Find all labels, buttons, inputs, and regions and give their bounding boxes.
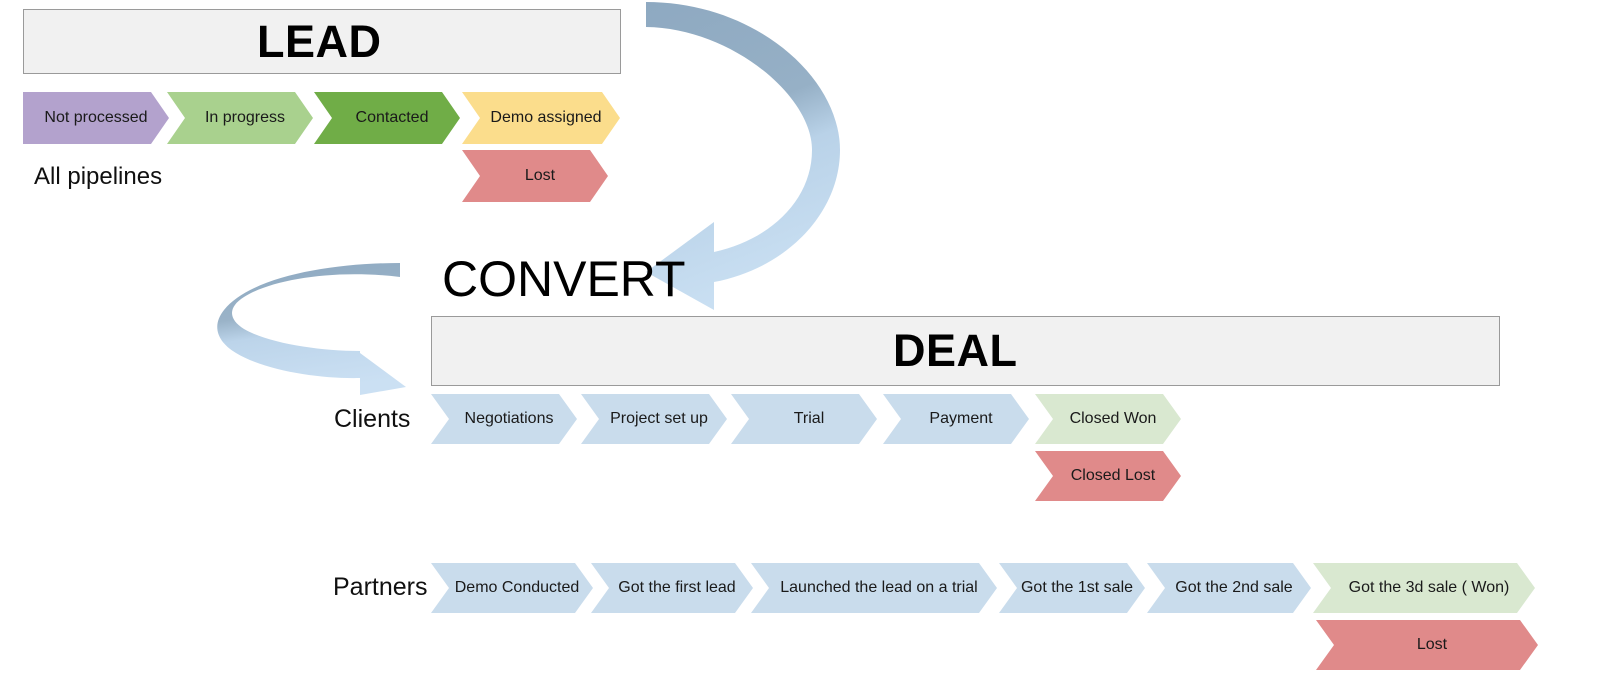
convert-title: CONVERT	[442, 251, 686, 307]
partner-stage-label: Got the 1st sale	[1020, 579, 1134, 596]
partner-stage-label: Got the 2nd sale	[1175, 579, 1293, 596]
client-stage-label: Trial	[793, 410, 825, 427]
client-stage-label: Payment	[929, 410, 993, 427]
client-stage-label: Closed Lost	[1070, 467, 1156, 484]
partner-stage-lost[interactable]: Lost	[1316, 620, 1538, 670]
partner-stage-got-first-lead[interactable]: Got the first lead	[591, 563, 753, 613]
row-label-partners: Partners	[333, 573, 428, 601]
lead-stage-contacted[interactable]: Contacted	[314, 92, 460, 144]
lead-stage-label: Contacted	[355, 109, 429, 126]
partner-stage-got-3d-sale-won[interactable]: Got the 3d sale ( Won)	[1313, 563, 1535, 613]
client-stage-label: Project set up	[610, 410, 708, 427]
lead-stage-label: Not processed	[44, 109, 148, 126]
client-stage-project-set-up[interactable]: Project set up	[581, 394, 727, 444]
partner-stage-label: Got the first lead	[618, 579, 736, 596]
partner-stage-label: Demo Conducted	[454, 579, 580, 596]
lead-stage-in-progress[interactable]: In progress	[167, 92, 313, 144]
partner-stage-got-1st-sale[interactable]: Got the 1st sale	[999, 563, 1145, 613]
lead-stage-demo-assigned[interactable]: Demo assigned	[462, 92, 620, 144]
convert-to-deal-arrow	[217, 263, 406, 395]
row-label-all-pipelines: All pipelines	[34, 163, 163, 190]
client-stage-label: Negotiations	[464, 410, 554, 427]
row-label-clients: Clients	[334, 405, 411, 433]
lead-stage-label: Lost	[524, 167, 556, 184]
lead-stage-lost[interactable]: Lost	[462, 150, 608, 202]
deal-stage-box: DEAL	[431, 316, 1500, 386]
partner-stage-label: Lost	[1416, 636, 1448, 653]
client-stage-label: Closed Won	[1069, 410, 1157, 427]
pipeline-diagram: LEAD Not processed In progress Contacted…	[0, 0, 1600, 695]
partner-stage-label: Launched the lead on a trial	[780, 579, 978, 596]
lead-title: LEAD	[257, 15, 382, 67]
client-stage-negotiations[interactable]: Negotiations	[431, 394, 577, 444]
partner-stage-demo-conducted[interactable]: Demo Conducted	[431, 563, 593, 613]
partner-stage-label: Got the 3d sale ( Won)	[1348, 579, 1510, 596]
client-stage-closed-lost[interactable]: Closed Lost	[1035, 451, 1181, 501]
partner-stage-launched-lead-on-trial[interactable]: Launched the lead on a trial	[751, 563, 997, 613]
partner-stage-got-2nd-sale[interactable]: Got the 2nd sale	[1147, 563, 1311, 613]
lead-stage-label: In progress	[204, 109, 286, 126]
client-stage-trial[interactable]: Trial	[731, 394, 877, 444]
client-stage-closed-won[interactable]: Closed Won	[1035, 394, 1181, 444]
lead-stage-not-processed[interactable]: Not processed	[23, 92, 169, 144]
lead-stage-box: LEAD	[23, 9, 621, 74]
client-stage-payment[interactable]: Payment	[883, 394, 1029, 444]
deal-title: DEAL	[893, 325, 1018, 376]
lead-stage-label: Demo assigned	[490, 109, 602, 126]
